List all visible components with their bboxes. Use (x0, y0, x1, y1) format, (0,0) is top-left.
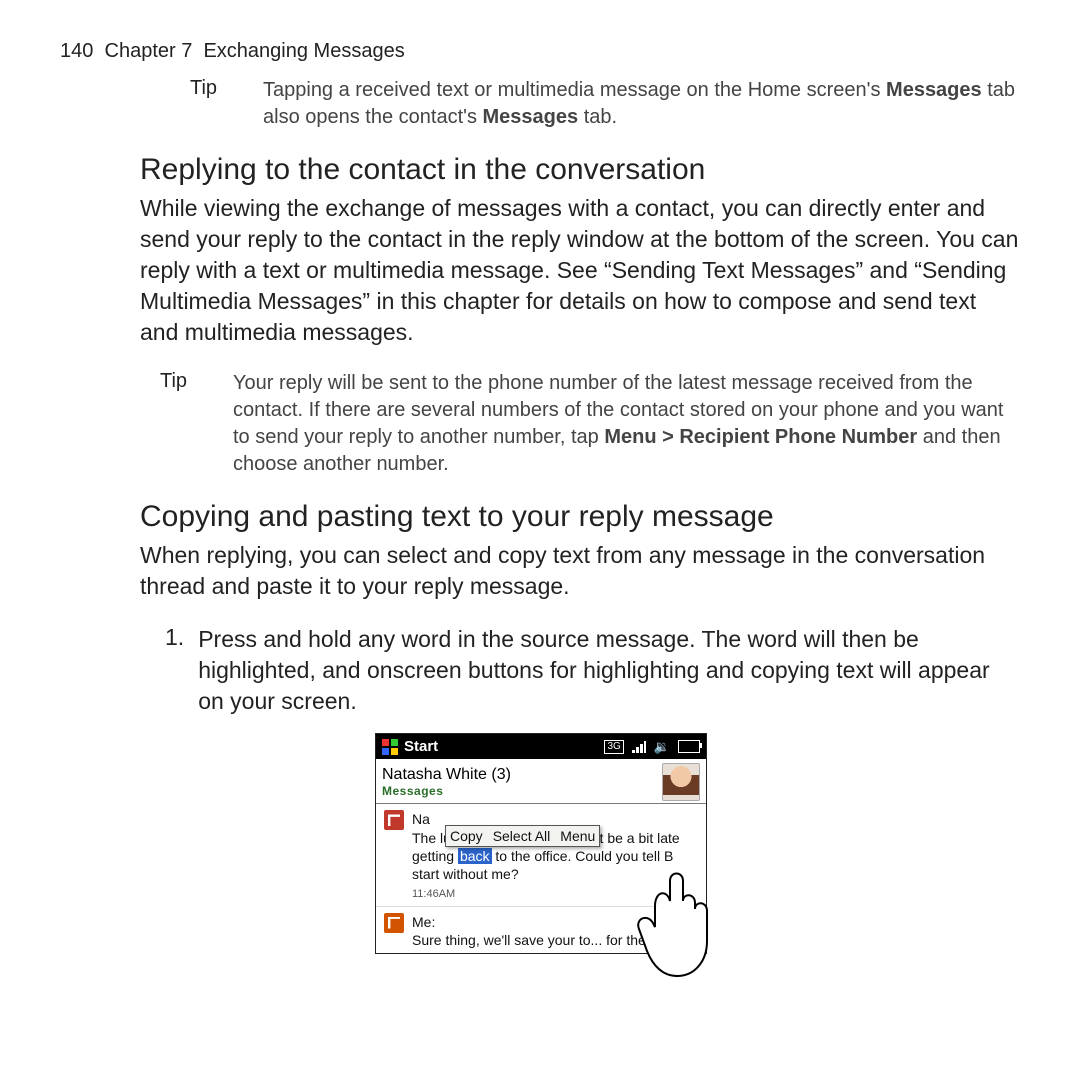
incoming-message-icon (384, 810, 404, 830)
popup-menu[interactable]: Menu (560, 828, 595, 844)
chapter-label: Chapter 7 (105, 40, 193, 62)
section-para-copying: When replying, you can select and copy t… (60, 540, 1020, 602)
running-head: 140 Chapter 7 Exchanging Messages (60, 40, 1020, 63)
tip-block-2: Tip Your reply will be sent to the phone… (60, 370, 1020, 478)
section-para-replying: While viewing the exchange of messages w… (60, 193, 1020, 348)
contact-avatar (662, 763, 700, 801)
tip-text: Your reply will be sent to the phone num… (233, 370, 1020, 478)
start-label: Start (404, 738, 598, 755)
touch-hand-icon (625, 851, 745, 986)
section-heading-replying: Replying to the contact in the conversat… (60, 153, 1020, 187)
phone-screenshot: Start 3G 🔉 Natasha White (3) Messages (375, 733, 705, 953)
conversation-header: Natasha White (3) Messages (376, 759, 706, 804)
tip-block-1: Tip Tapping a received text or multimedi… (60, 77, 1020, 131)
tip-label: Tip (160, 370, 205, 478)
section-heading-copying: Copying and pasting text to your reply m… (60, 500, 1020, 534)
highlighted-word: back (458, 848, 492, 864)
list-number: 1. (165, 624, 184, 717)
battery-icon (678, 740, 700, 753)
tip-text: Tapping a received text or multimedia me… (263, 77, 1020, 131)
messages-subhead: Messages (382, 784, 662, 798)
message-sender: Me: (412, 914, 435, 930)
sound-icon: 🔉 (654, 739, 670, 755)
signal-icon (632, 741, 646, 753)
text-selection-popup: Copy Select All Menu (445, 825, 600, 847)
tip-label: Tip (190, 77, 235, 131)
page-number: 140 (60, 40, 93, 62)
network-3g-icon: 3G (604, 740, 623, 754)
chapter-title: Exchanging Messages (203, 40, 404, 62)
contact-name: Natasha White (3) (382, 766, 662, 784)
list-item: 1. Press and hold any word in the source… (165, 624, 1020, 717)
outgoing-message-icon (384, 913, 404, 933)
list-text: Press and hold any word in the source me… (198, 624, 1020, 717)
ordered-list: 1. Press and hold any word in the source… (60, 624, 1020, 717)
popup-copy[interactable]: Copy (450, 828, 483, 844)
phone-titlebar: Start 3G 🔉 (376, 734, 706, 759)
popup-select-all[interactable]: Select All (493, 828, 551, 844)
message-sender: Na (412, 811, 430, 827)
windows-flag-icon (382, 739, 398, 755)
